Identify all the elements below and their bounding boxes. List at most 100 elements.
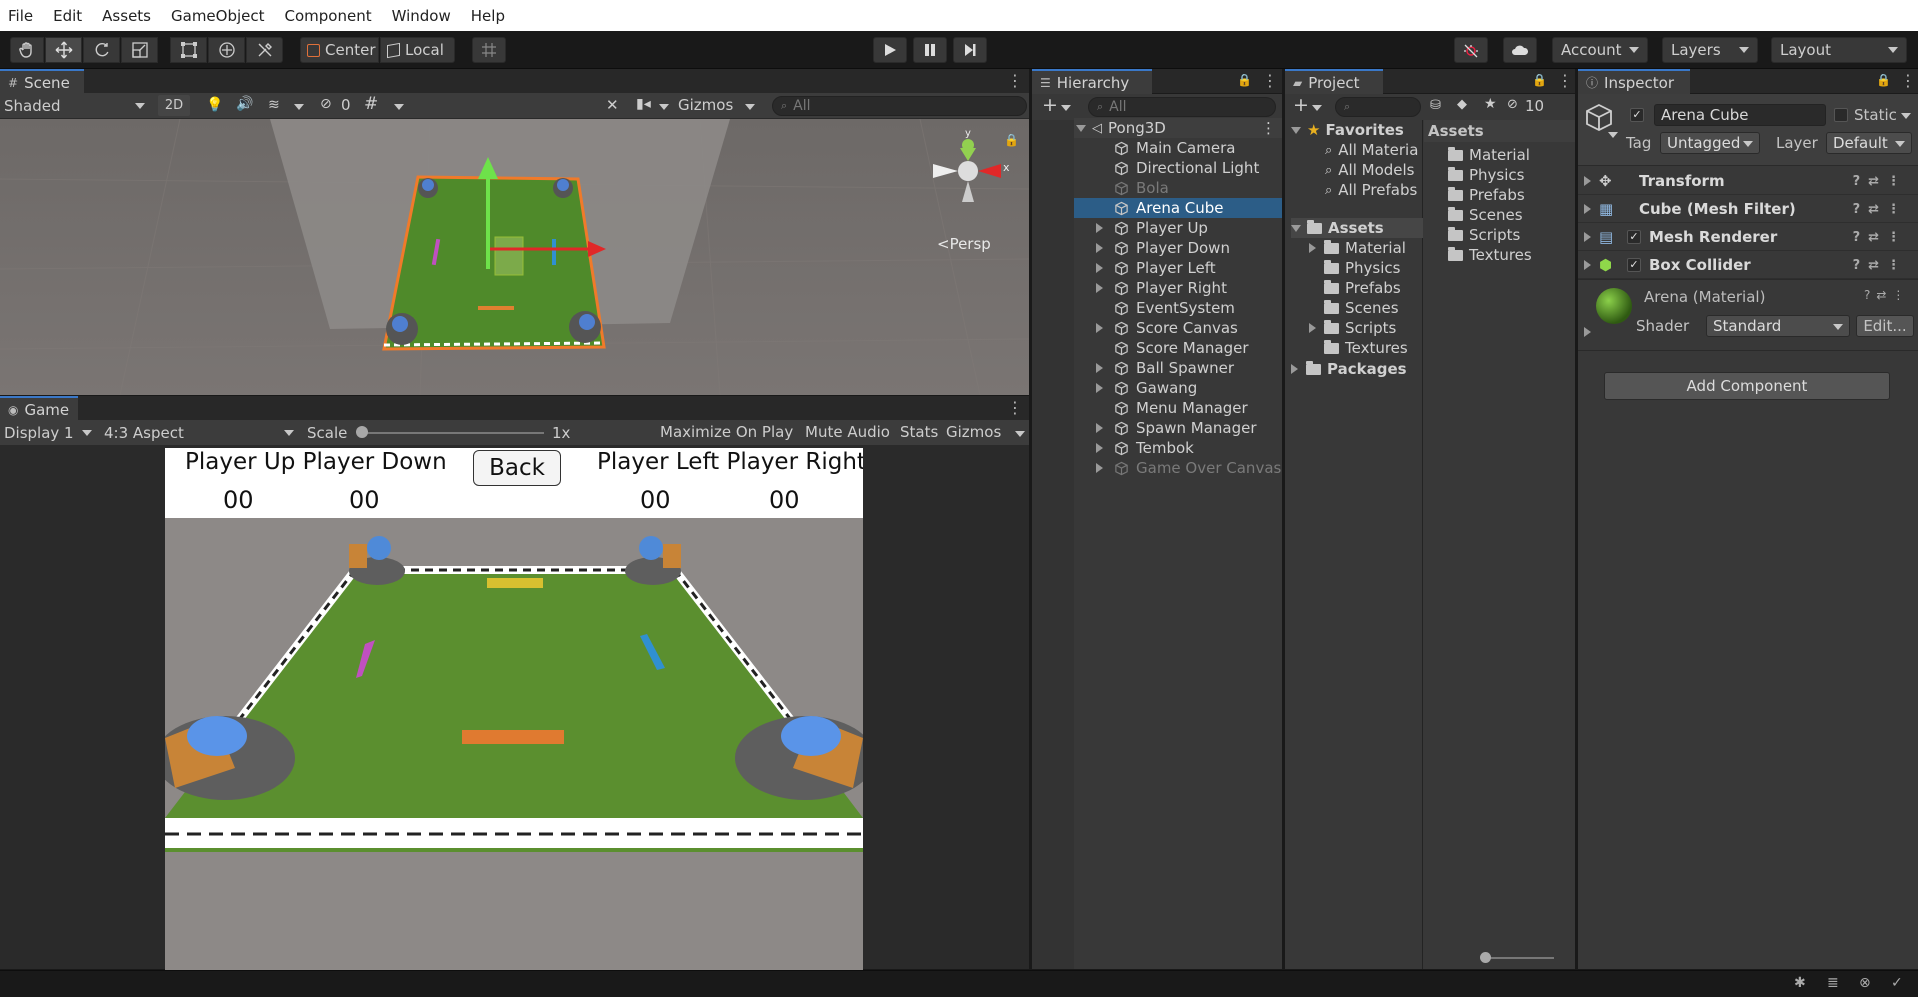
- effects-icon[interactable]: ≋: [268, 97, 280, 113]
- layout-dropdown[interactable]: Layout: [1771, 37, 1907, 63]
- lighting-icon[interactable]: 💡: [206, 97, 223, 113]
- pivot-center-button[interactable]: Center: [300, 37, 379, 63]
- static-checkbox[interactable]: [1834, 108, 1848, 122]
- cloud-icon[interactable]: [1503, 37, 1537, 63]
- progress-check-icon[interactable]: ✓: [1891, 975, 1903, 991]
- favorite-item[interactable]: ⌕ All Materia: [1325, 140, 1418, 160]
- component-enabled-checkbox[interactable]: ✓: [1627, 257, 1641, 272]
- expand-arrow-icon[interactable]: [1096, 263, 1103, 273]
- menu-help[interactable]: Help: [471, 7, 505, 25]
- menu-window[interactable]: Window: [392, 7, 451, 25]
- component-actions-icon[interactable]: ?⇄⋮: [1853, 230, 1908, 245]
- content-folder-item[interactable]: Physics: [1448, 165, 1524, 185]
- hierarchy-item[interactable]: EventSystem: [1074, 298, 1282, 318]
- content-folder-item[interactable]: Scenes: [1448, 205, 1523, 225]
- menu-file[interactable]: File: [8, 7, 33, 25]
- chevron-down-icon[interactable]: [394, 104, 404, 110]
- hierarchy-item[interactable]: Bola: [1074, 178, 1282, 198]
- kebab-menu-icon[interactable]: ⋮: [1007, 400, 1023, 416]
- expand-arrow-icon[interactable]: [1096, 223, 1103, 233]
- hierarchy-item[interactable]: Player Down: [1074, 238, 1282, 258]
- kebab-menu-icon[interactable]: ⋮: [1007, 73, 1023, 89]
- favorite-star-icon[interactable]: ★: [1484, 96, 1497, 112]
- expand-arrow-icon[interactable]: [1584, 175, 1591, 186]
- chevron-down-icon[interactable]: [1901, 113, 1911, 119]
- hierarchy-item[interactable]: Gawang: [1074, 378, 1282, 398]
- tools-icon[interactable]: ✕: [606, 96, 619, 114]
- scene-root-row[interactable]: ◁ Pong3D ⋮: [1074, 118, 1282, 138]
- scale-slider[interactable]: [356, 426, 544, 438]
- asset-folder-item[interactable]: Scenes: [1309, 298, 1399, 318]
- hierarchy-item[interactable]: Score Canvas: [1074, 318, 1282, 338]
- kebab-menu-icon[interactable]: ⋮: [1557, 73, 1573, 89]
- maximize-on-play-toggle[interactable]: Maximize On Play: [660, 423, 793, 441]
- kebab-menu-icon[interactable]: ⋮: [1261, 119, 1276, 137]
- account-dropdown[interactable]: Account: [1552, 37, 1648, 63]
- hierarchy-item[interactable]: Main Camera: [1074, 138, 1282, 158]
- tag-dropdown[interactable]: Untagged: [1660, 132, 1760, 154]
- expand-arrow-icon[interactable]: [1096, 383, 1103, 393]
- game-viewport[interactable]: Player Up Player Down Back Player Left P…: [165, 448, 863, 970]
- expand-arrow-icon[interactable]: [1096, 423, 1103, 433]
- play-button[interactable]: [873, 37, 907, 63]
- component-actions-icon[interactable]: ?⇄⋮: [1853, 202, 1908, 217]
- hierarchy-item[interactable]: Directional Light: [1074, 158, 1282, 178]
- icon-size-slider[interactable]: [1480, 952, 1554, 963]
- aspect-dropdown[interactable]: 4:3 Aspect: [104, 422, 296, 443]
- component-actions-icon[interactable]: ?⇄⋮: [1853, 258, 1908, 273]
- tab-project[interactable]: ▰ Project: [1285, 69, 1383, 94]
- menu-component[interactable]: Component: [285, 7, 372, 25]
- hierarchy-item[interactable]: Player Left: [1074, 258, 1282, 278]
- chevron-down-icon[interactable]: [1608, 132, 1618, 138]
- game-gizmos-toggle[interactable]: Gizmos: [946, 423, 1001, 441]
- component-header[interactable]: ✥ Transform ?⇄⋮: [1578, 167, 1918, 195]
- expand-arrow-icon[interactable]: [1096, 243, 1103, 253]
- menu-edit[interactable]: Edit: [53, 7, 82, 25]
- asset-folder-item[interactable]: Scripts: [1309, 318, 1396, 338]
- lock-icon[interactable]: 🔒: [1532, 73, 1547, 87]
- stats-toggle[interactable]: Stats: [900, 423, 938, 441]
- lock-icon[interactable]: 🔒: [1237, 73, 1252, 87]
- component-header[interactable]: ⬢ ✓ Box Collider ?⇄⋮: [1578, 251, 1918, 279]
- scale-slider-handle[interactable]: [356, 426, 368, 438]
- component-actions-icon[interactable]: ?⇄⋮: [1853, 174, 1908, 189]
- pivot-local-button[interactable]: Local: [380, 37, 455, 63]
- expand-arrow-icon[interactable]: [1096, 323, 1103, 333]
- hierarchy-item[interactable]: Game Over Canvas: [1074, 458, 1282, 478]
- camera-icon[interactable]: ▮◂: [636, 96, 651, 112]
- asset-folder-item[interactable]: Physics: [1309, 258, 1400, 278]
- scale-tool-icon[interactable]: [121, 37, 158, 63]
- hierarchy-item[interactable]: Score Manager: [1074, 338, 1282, 358]
- gizmos-button[interactable]: Gizmos: [678, 96, 733, 114]
- kebab-menu-icon[interactable]: ⋮: [1262, 73, 1278, 89]
- expand-arrow-icon[interactable]: [1309, 243, 1316, 253]
- object-name-field[interactable]: Arena Cube: [1654, 104, 1826, 126]
- debug-bug-icon[interactable]: ✱: [1794, 975, 1806, 991]
- content-folder-item[interactable]: Material: [1448, 145, 1530, 165]
- edit-shader-button[interactable]: Edit...: [1856, 315, 1914, 337]
- cache-stack-icon[interactable]: ≣: [1827, 975, 1839, 991]
- hierarchy-item[interactable]: Ball Spawner: [1074, 358, 1282, 378]
- filter-type-icon[interactable]: ⛁: [1430, 98, 1441, 113]
- rect-tool-icon[interactable]: [170, 37, 207, 63]
- move-tool-icon[interactable]: [45, 37, 82, 63]
- content-folder-item[interactable]: Scripts: [1448, 225, 1520, 245]
- expand-arrow-icon[interactable]: [1096, 363, 1103, 373]
- shading-mode-dropdown[interactable]: Shaded: [4, 95, 149, 116]
- lock-icon[interactable]: 🔒: [1004, 133, 1019, 147]
- component-enabled-checkbox[interactable]: ✓: [1627, 229, 1641, 244]
- shader-dropdown[interactable]: Standard: [1706, 315, 1850, 337]
- favorite-item[interactable]: ⌕ All Models: [1325, 160, 1415, 180]
- hand-tool-icon[interactable]: [10, 37, 44, 63]
- pause-button[interactable]: [913, 37, 947, 63]
- grid-snap-icon[interactable]: [472, 37, 506, 63]
- asset-folder-item[interactable]: Material: [1309, 238, 1406, 258]
- hierarchy-item[interactable]: Player Up: [1074, 218, 1282, 238]
- chevron-down-icon[interactable]: [1061, 105, 1071, 111]
- hierarchy-item[interactable]: Spawn Manager: [1074, 418, 1282, 438]
- expand-arrow-icon[interactable]: [1096, 463, 1103, 473]
- expand-arrow-icon[interactable]: [1291, 364, 1298, 374]
- content-folder-item[interactable]: Prefabs: [1448, 185, 1525, 205]
- lock-icon[interactable]: 🔒: [1876, 73, 1891, 87]
- auto-lighting-icon[interactable]: ⊗: [1859, 975, 1871, 991]
